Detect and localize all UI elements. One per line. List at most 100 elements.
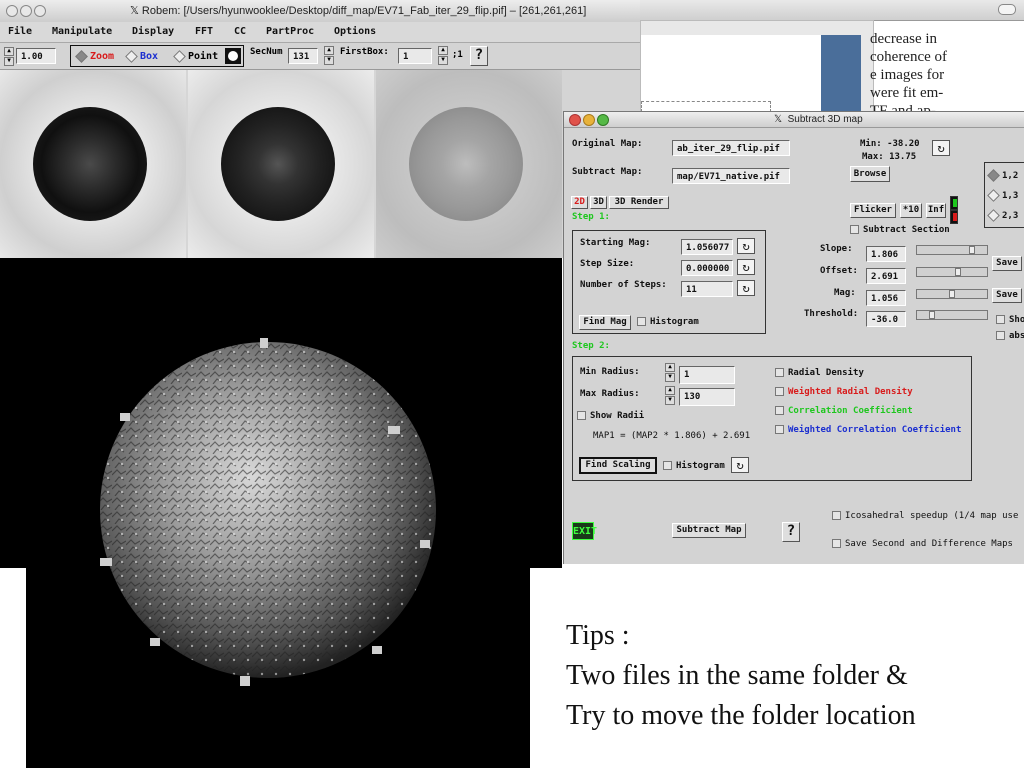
view-2d-button[interactable]: 2D: [571, 196, 588, 209]
threshold-field[interactable]: -36.0: [866, 311, 906, 327]
minimize-button[interactable]: [583, 114, 595, 126]
flicker-button[interactable]: Flicker: [850, 203, 896, 218]
find-scaling-button[interactable]: Find Scaling: [579, 457, 657, 474]
exit-button[interactable]: EXIT: [572, 522, 597, 540]
max-radius-field[interactable]: 130: [679, 388, 735, 406]
mode-point[interactable]: Point: [173, 49, 219, 63]
min-value: Min: -38.20: [860, 139, 920, 149]
doc-line: coherence of: [870, 49, 948, 65]
mode-zoom[interactable]: Zoom: [75, 49, 115, 63]
icosahedral-toggle[interactable]: Icosahedral speedup (1/4 map use: [832, 511, 1018, 521]
menu-cc[interactable]: CC: [234, 26, 246, 37]
show-radii-toggle[interactable]: Show Radii: [577, 411, 644, 421]
subtract-map-button[interactable]: Subtract Map: [672, 523, 746, 538]
subtract-section-toggle[interactable]: Subtract Section: [850, 225, 950, 235]
zoom-button[interactable]: [34, 5, 46, 17]
minimize-button[interactable]: [20, 5, 32, 17]
radial-density-option[interactable]: Radial Density: [775, 368, 864, 378]
secnum-stepper[interactable]: ▲ ▼: [324, 46, 334, 65]
menu-options[interactable]: Options: [334, 26, 376, 37]
refresh-num-steps-icon[interactable]: ↻: [737, 280, 755, 296]
show-toggle[interactable]: Sho: [996, 315, 1024, 325]
menu-partproc[interactable]: PartProc: [266, 26, 314, 37]
find-mag-button[interactable]: Find Mag: [579, 315, 631, 330]
subtract-map-field[interactable]: map/EV71_native.pif: [672, 168, 790, 184]
image-panels: [0, 70, 562, 258]
save-offset-button[interactable]: Save: [992, 256, 1022, 271]
histogram-toggle[interactable]: Histogram: [637, 317, 699, 327]
menu-display[interactable]: Display: [132, 26, 174, 37]
radio-23[interactable]: 2,3: [987, 209, 1018, 222]
help-button[interactable]: ?: [470, 46, 488, 66]
mag-slider[interactable]: [916, 289, 988, 299]
inf-button[interactable]: Inf: [926, 203, 946, 218]
menu-manipulate[interactable]: Manipulate: [52, 26, 112, 37]
firstbox-label: FirstBox:: [340, 47, 389, 57]
abs-toggle[interactable]: abs: [996, 331, 1024, 341]
min-radius-stepper[interactable]: ▲ ▼: [665, 363, 675, 382]
refresh-minmax-icon[interactable]: ↻: [932, 140, 950, 156]
zoom-stepper[interactable]: ▲ ▼: [4, 47, 14, 66]
mode-zoom-label: Zoom: [90, 51, 115, 62]
radio-13[interactable]: 1,3: [987, 189, 1018, 202]
red-indicator-icon: [950, 210, 958, 224]
browse-button[interactable]: Browse: [850, 166, 890, 182]
mode-group: Zoom Box Point: [70, 45, 244, 67]
refresh-scaling-icon[interactable]: ↻: [731, 457, 749, 473]
image-panel-3[interactable]: [376, 70, 562, 258]
save-mag-button[interactable]: Save: [992, 288, 1022, 303]
zoom-button[interactable]: [597, 114, 609, 126]
step-size-label: Step Size:: [580, 259, 635, 269]
menu-file[interactable]: File: [8, 26, 32, 37]
offset-label: Offset:: [820, 266, 858, 276]
starting-mag-field[interactable]: 1.056077: [681, 239, 733, 255]
render-3d-view[interactable]: [0, 258, 562, 768]
view-3d-render-button[interactable]: 3D Render: [609, 196, 669, 209]
max-radius-stepper[interactable]: ▲ ▼: [665, 386, 675, 405]
offset-slider[interactable]: [916, 267, 988, 277]
subtract-help-button[interactable]: ?: [782, 522, 800, 542]
slope-slider[interactable]: [916, 245, 988, 255]
slope-field[interactable]: 1.806: [866, 246, 906, 262]
firstbox-field[interactable]: 1: [398, 48, 432, 64]
toolbar-toggle-button[interactable]: [998, 4, 1016, 15]
threshold-slider[interactable]: [916, 310, 988, 320]
min-radius-field[interactable]: 1: [679, 366, 735, 384]
secnum-label: SecNum: [250, 47, 283, 57]
close-button[interactable]: [6, 5, 18, 17]
step-size-field[interactable]: 0.000000: [681, 260, 733, 276]
tips-heading: Tips :: [566, 620, 630, 651]
menu-fft[interactable]: FFT: [195, 26, 213, 37]
slide-thumbnail: [640, 20, 874, 117]
multiply10-button[interactable]: *10: [900, 203, 922, 218]
document-toolbar: [640, 0, 1024, 21]
image-panel-2[interactable]: [188, 70, 374, 258]
firstbox-stepper[interactable]: ▲ ▼: [438, 46, 448, 65]
point-color-swatch[interactable]: [225, 48, 241, 64]
zoom-value-field[interactable]: 1.00: [16, 48, 56, 64]
doc-line: e images for: [870, 67, 945, 83]
close-button[interactable]: [569, 114, 581, 126]
weighted-radial-density-option[interactable]: Weighted Radial Density: [775, 387, 913, 397]
mode-point-label: Point: [188, 51, 219, 62]
mag-field[interactable]: 1.056: [866, 290, 906, 306]
mode-box[interactable]: Box: [125, 49, 159, 63]
mode-box-label: Box: [140, 51, 159, 62]
radio-12[interactable]: 1,2: [987, 169, 1018, 182]
step2-label: Step 2:: [572, 341, 610, 351]
save-second-toggle[interactable]: Save Second and Difference Maps: [832, 539, 1013, 549]
weighted-correlation-coefficient-option[interactable]: Weighted Correlation Coefficient: [775, 425, 961, 435]
step1-group: Starting Mag: 1.056077 ↻ Step Size: 0.00…: [572, 230, 766, 334]
offset-field[interactable]: 2.691: [866, 268, 906, 284]
correlation-coefficient-option[interactable]: Correlation Coefficient: [775, 406, 913, 416]
view-3d-button[interactable]: 3D: [590, 196, 607, 209]
refresh-starting-mag-icon[interactable]: ↻: [737, 238, 755, 254]
window-title: Robem: [/Users/hyunwooklee/Desktop/diff_…: [141, 5, 587, 17]
secnum-field[interactable]: 131: [288, 48, 318, 64]
image-panel-1[interactable]: [0, 70, 186, 258]
num-steps-field[interactable]: 11: [681, 281, 733, 297]
document-text: decrease in coherence of e images for we…: [870, 30, 960, 120]
original-map-field[interactable]: ab_iter_29_flip.pif: [672, 140, 790, 156]
histogram-step2-toggle[interactable]: Histogram: [663, 461, 725, 471]
refresh-step-size-icon[interactable]: ↻: [737, 259, 755, 275]
